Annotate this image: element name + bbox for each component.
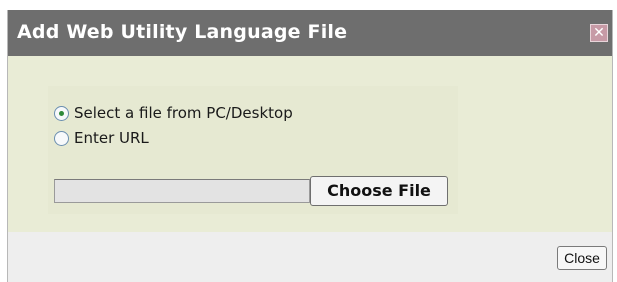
dialog-footer: Close [8, 232, 612, 282]
dialog-body: Select a file from PC/Desktop Enter URL … [8, 56, 612, 232]
dialog-title: Add Web Utility Language File [17, 21, 348, 43]
choose-file-button[interactable]: Choose File [310, 176, 448, 206]
close-icon[interactable]: ✕ [590, 24, 608, 42]
add-language-file-dialog: Add Web Utility Language File ✕ Select a… [7, 10, 613, 282]
radio-option-pc-desktop[interactable]: Select a file from PC/Desktop [54, 104, 293, 122]
radio-button-url[interactable] [54, 130, 69, 146]
radio-button-pc-desktop[interactable] [54, 105, 69, 121]
radio-option-url[interactable]: Enter URL [54, 129, 149, 147]
close-button[interactable]: Close [557, 246, 607, 270]
dialog-titlebar[interactable]: Add Web Utility Language File ✕ [8, 10, 612, 56]
radio-label-url: Enter URL [74, 129, 149, 147]
radio-label-pc-desktop: Select a file from PC/Desktop [74, 104, 293, 122]
file-path-field[interactable] [54, 179, 310, 203]
